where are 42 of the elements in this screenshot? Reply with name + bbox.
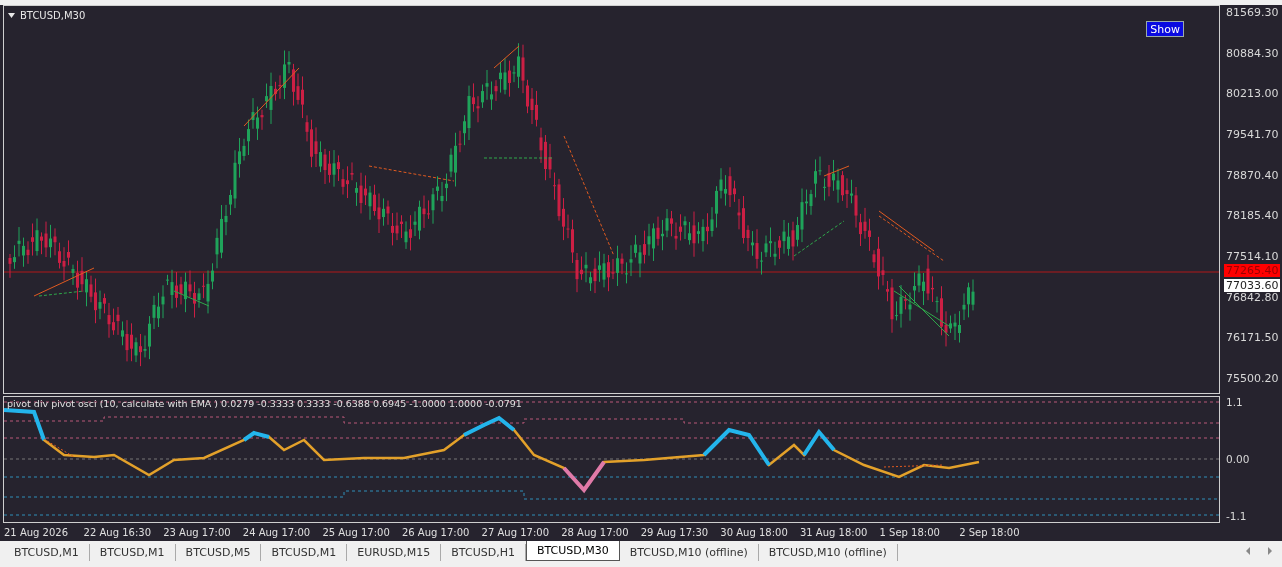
time-label: 23 Aug 17:00 [163, 526, 232, 538]
chart-tab[interactable]: BTCUSD,H1 [441, 544, 526, 561]
time-label: 25 Aug 17:00 [322, 526, 391, 538]
chart-tab[interactable]: BTCUSD,M10 (offline) [758, 544, 898, 561]
time-label: 2 Sep 18:00 [959, 526, 1021, 538]
price-label: 78185.40 [1226, 209, 1280, 224]
chart-tab[interactable]: EURUSD,M15 [347, 544, 442, 561]
time-label: 21 Aug 2026 [4, 526, 70, 538]
indicator-label: pivot div pivot osci (10, calculate with EMA ) 0.0279 -0.3333 0.3333 -0.6388 0.6945 -1.0000 1.0000 -0.0791 [7, 398, 522, 409]
ask-price-label: 77033.60 [1224, 279, 1280, 292]
price-label: 78870.40 [1226, 168, 1280, 183]
chart-tab[interactable]: BTCUSD,M30 [525, 541, 620, 561]
chart-tab[interactable]: BTCUSD,M10 (offline) [619, 544, 759, 561]
time-label: 26 Aug 17:00 [401, 526, 471, 538]
oscillator-scale-label: 0.00 [1226, 453, 1251, 466]
bid-price-label: 77265.40 [1224, 264, 1280, 277]
price-label: 75500.20 [1226, 371, 1280, 386]
chart-tab[interactable]: BTCUSD,M1 [4, 544, 90, 561]
price-label: 79541.70 [1226, 127, 1280, 142]
price-label: 76171.50 [1226, 331, 1280, 346]
time-label: 28 Aug 17:00 [561, 526, 630, 538]
price-label: 77514.10 [1226, 249, 1280, 264]
time-label: 29 Aug 17:30 [640, 526, 710, 538]
time-label: 31 Aug 18:00 [799, 526, 869, 538]
chart-title: BTCUSD,M30 [20, 10, 86, 21]
time-label: 24 Aug 17:00 [242, 526, 312, 538]
oscillator-scale-label: -1.1 [1226, 510, 1248, 523]
chart-tab[interactable]: BTCUSD,M1 [89, 544, 176, 561]
price-label: 80213.00 [1226, 87, 1280, 102]
time-label: 1 Sep 18:00 [879, 526, 941, 538]
price-label: 76842.80 [1226, 290, 1280, 305]
oscillator-scale-label: 1.1 [1226, 396, 1244, 409]
time-label: 27 Aug 17:00 [481, 526, 550, 538]
time-label: 30 Aug 18:00 [720, 526, 789, 538]
scroll-arrows-icon[interactable] [1246, 547, 1272, 555]
price-label: 81569.30 [1226, 6, 1280, 20]
price-label: 80884.30 [1226, 46, 1280, 61]
show-button[interactable]: Show [1146, 21, 1184, 37]
chart-tab[interactable]: BTCUSD,M1 [261, 544, 348, 561]
dropdown-triangle-icon[interactable] [8, 13, 15, 18]
time-label: 22 Aug 16:30 [83, 526, 153, 538]
chart-tab[interactable]: BTCUSD,M5 [175, 544, 262, 561]
